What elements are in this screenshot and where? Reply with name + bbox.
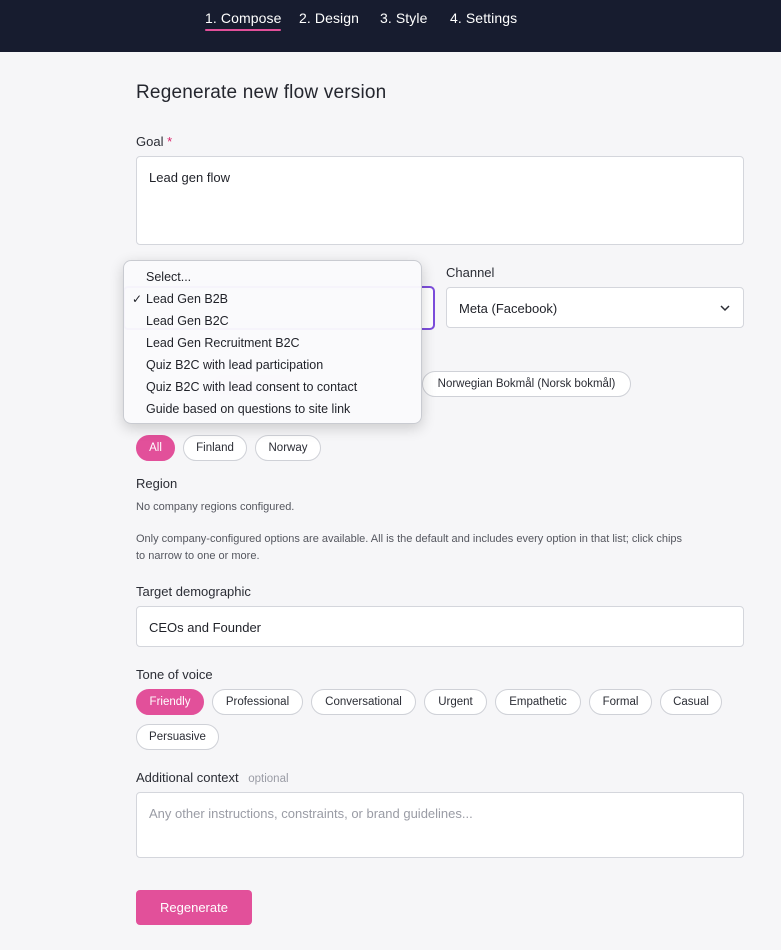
optional-label: optional (248, 773, 289, 785)
top-navigation-bar: 1. Compose 2. Design 3. Style 4. Setting… (0, 0, 781, 52)
language-chip[interactable]: Norwegian Bokmål (Norsk bokmål) (422, 371, 631, 397)
tone-chip-friendly[interactable]: Friendly (136, 689, 204, 715)
goal-textarea[interactable]: Lead gen flow (136, 156, 744, 245)
region-empty-text: No company regions configured. (136, 501, 295, 513)
channel-select[interactable]: Meta (Facebook) (446, 287, 744, 328)
dropdown-option-lead-gen-recruitment-b2c[interactable]: Lead Gen Recruitment B2C (146, 336, 300, 350)
hint-text-line2: to narrow to one or more. (136, 550, 260, 562)
dropdown-option-quiz-lead-participation[interactable]: Quiz B2C with lead participation (146, 358, 323, 372)
tone-chip-persuasive[interactable]: Persuasive (136, 724, 219, 750)
additional-context-label: Additional context optional (136, 770, 289, 785)
country-chip-norway[interactable]: Norway (255, 435, 321, 461)
tab-style[interactable]: 3. Style (380, 10, 428, 26)
additional-context-textarea[interactable]: Any other instructions, constraints, or … (136, 792, 744, 858)
tab-design[interactable]: 2. Design (299, 10, 359, 26)
dropdown-option-quiz-lead-consent[interactable]: Quiz B2C with lead consent to contact (146, 380, 357, 394)
tone-chip-formal[interactable]: Formal (589, 689, 652, 715)
additional-context-placeholder: Any other instructions, constraints, or … (149, 806, 473, 821)
flow-type-dropdown-menu: Select... ✓ Lead Gen B2B Lead Gen B2C Le… (123, 260, 422, 424)
tone-label: Tone of voice (136, 667, 213, 682)
dropdown-option-guide-site-link[interactable]: Guide based on questions to site link (146, 402, 350, 416)
tone-chip-empathetic[interactable]: Empathetic (495, 689, 581, 715)
dropdown-option-lead-gen-b2c[interactable]: Lead Gen B2C (146, 314, 229, 328)
hint-text-line1: Only company-configured options are avai… (136, 533, 683, 545)
tone-chip-urgent[interactable]: Urgent (424, 689, 487, 715)
target-demographic-input[interactable]: CEOs and Founder (136, 606, 744, 647)
tone-chip-conversational[interactable]: Conversational (311, 689, 416, 715)
dropdown-option-lead-gen-b2b[interactable]: Lead Gen B2B (146, 292, 228, 306)
tone-chip-professional[interactable]: Professional (212, 689, 303, 715)
tab-settings[interactable]: 4. Settings (450, 10, 517, 26)
chevron-down-icon (720, 305, 730, 312)
channel-value: Meta (Facebook) (459, 301, 558, 316)
page-title: Regenerate new flow version (136, 82, 387, 103)
dropdown-option-select[interactable]: Select... (146, 270, 191, 284)
country-chip-finland[interactable]: Finland (183, 435, 247, 461)
check-icon: ✓ (132, 292, 143, 306)
country-chip-all[interactable]: All (136, 435, 175, 461)
region-label: Region (136, 476, 178, 491)
goal-label: Goal * (136, 134, 172, 149)
tab-compose[interactable]: 1. Compose (205, 10, 282, 31)
goal-label-text: Goal (136, 134, 164, 149)
target-demographic-label: Target demographic (136, 584, 251, 599)
additional-context-label-text: Additional context (136, 770, 239, 785)
channel-label: Channel (446, 265, 495, 280)
required-mark: * (167, 134, 173, 149)
target-demographic-value: CEOs and Founder (149, 620, 262, 635)
goal-value: Lead gen flow (149, 170, 230, 185)
tone-chip-casual[interactable]: Casual (660, 689, 722, 715)
regenerate-button[interactable]: Regenerate (136, 890, 252, 925)
